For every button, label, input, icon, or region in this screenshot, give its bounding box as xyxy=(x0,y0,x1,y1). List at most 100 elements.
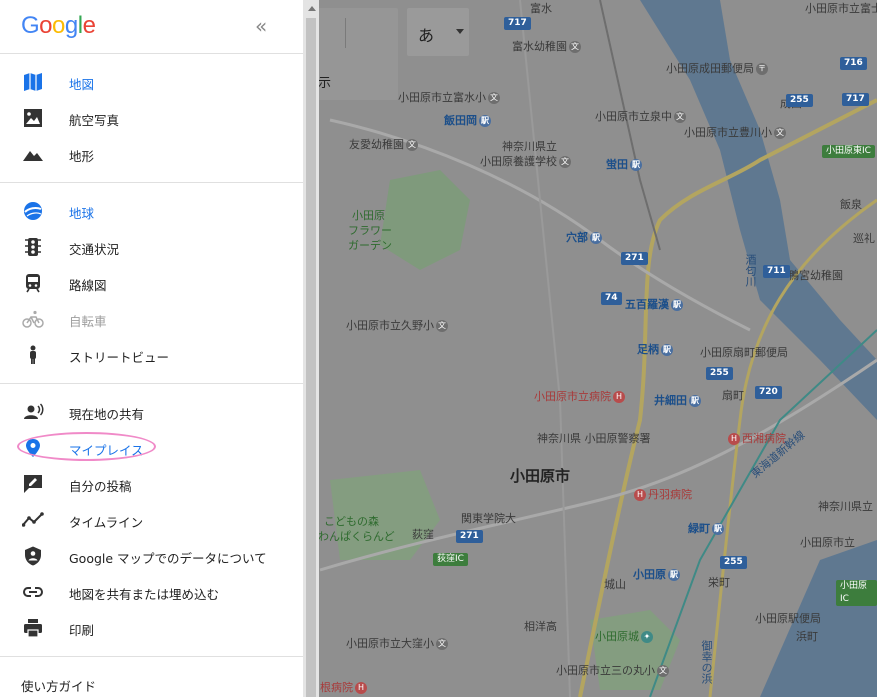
map-label: 蛍田駅 xyxy=(606,158,642,171)
menu-item-globe[interactable]: 地球 xyxy=(0,193,303,229)
route-shield: 271 xyxy=(621,252,648,265)
link-icon xyxy=(22,587,44,597)
map-label: 小田原市立富水小文 xyxy=(398,91,500,104)
route-shield: 716 xyxy=(840,57,867,70)
map-label: 小田原扇町郵便局 xyxy=(700,346,788,359)
map-label: 小田原成田郵便局〒 xyxy=(666,62,768,75)
menu-item-location-sharing[interactable]: 現在地の共有 xyxy=(0,394,303,430)
menu-item-label: タイムライン xyxy=(69,515,144,530)
map-label: 小田原市立久野小文 xyxy=(346,319,448,332)
route-shield: 717 xyxy=(842,93,869,106)
contributions-icon xyxy=(24,475,42,493)
map-label: 小田原市立 xyxy=(800,536,855,549)
menu-item-label: 自転車 xyxy=(69,314,107,329)
map-label: 小田原駅 xyxy=(633,568,680,581)
route-shield: 255 xyxy=(720,556,747,569)
menu-item-your-data[interactable]: Google マップでのデータについて xyxy=(0,538,303,574)
map-label: 五百羅漢駅 xyxy=(625,298,683,311)
menu-item-map[interactable]: 地図 xyxy=(0,64,303,100)
menu-item-label: マイプレイス xyxy=(69,443,144,458)
caret-down-icon xyxy=(456,29,464,34)
menu-item-traffic[interactable]: 交通状況 xyxy=(0,229,303,265)
route-shield: 717 xyxy=(504,17,531,30)
menu-divider xyxy=(0,383,303,384)
pegman-icon xyxy=(30,345,36,364)
map-label: 小田原駅便局 xyxy=(755,612,821,625)
map-label: 小田原市立豊川小文 xyxy=(684,126,786,139)
map-label: 飯泉 xyxy=(840,198,862,211)
menu-item-help-guide[interactable]: 使い方ガイド xyxy=(0,667,303,697)
timeline-icon xyxy=(22,512,44,527)
map-label: 小田原市立三の丸小文 xyxy=(556,664,669,677)
menu-item-street-view[interactable]: ストリートビュー xyxy=(0,337,303,373)
map-label: こどもの森 xyxy=(324,515,379,528)
print-icon xyxy=(24,619,42,638)
ic-label: 小田原IC xyxy=(836,580,877,606)
menu-item-timeline[interactable]: タイムライン xyxy=(0,502,303,538)
menu-item-label: 自分の投稿 xyxy=(69,479,132,494)
map-label: 友愛幼稚園文 xyxy=(349,138,418,151)
map-label: 飯田岡駅 xyxy=(444,114,491,127)
menu-item-label: 交通状況 xyxy=(69,242,120,257)
map-label: 井細田駅 xyxy=(654,394,701,407)
menu-item-print[interactable]: 印刷 xyxy=(0,610,303,646)
menu-divider xyxy=(0,53,303,54)
map-label: 荻窪 xyxy=(412,528,434,541)
menu-item-share-embed[interactable]: 地図を共有または埋め込む xyxy=(0,574,303,610)
map-label: 緑町駅 xyxy=(688,522,724,535)
menu-item-label: 地図 xyxy=(69,77,95,92)
map-label: 神奈川県 小田原警察署 xyxy=(537,432,651,445)
map-label: 栄町 xyxy=(708,576,730,589)
menu-item-transit[interactable]: 路線図 xyxy=(0,265,303,301)
map-label: 巡礼 xyxy=(853,232,875,245)
map-label: 扇町 xyxy=(722,389,744,402)
scrollbar-thumb[interactable] xyxy=(306,18,316,697)
map-label: 御幸の浜 xyxy=(700,640,713,684)
map-label: フラワー xyxy=(348,224,392,237)
route-shield: 255 xyxy=(786,94,813,107)
map-label: 富水幼稚園文 xyxy=(512,40,581,53)
map-label: 富水 xyxy=(530,2,552,15)
google-logo: Google xyxy=(21,12,96,39)
map-label: 酒匂川 xyxy=(744,254,757,287)
location-sharing-icon xyxy=(24,403,44,419)
menu-item-label: 地形 xyxy=(69,149,95,164)
scroll-up-arrow-icon[interactable] xyxy=(308,6,316,11)
route-shield: 711 xyxy=(763,265,790,278)
menu-item-bicycle[interactable]: 自転車 xyxy=(0,301,303,337)
search-box-divider xyxy=(345,18,346,48)
menu-item-satellite[interactable]: 航空写真 xyxy=(0,100,303,136)
menu-item-terrain[interactable]: 地形 xyxy=(0,136,303,172)
map-label: 小田原城 ✦ xyxy=(595,630,655,643)
map-label: 関東学院大 xyxy=(461,512,516,525)
transit-icon xyxy=(26,274,40,293)
map-icon xyxy=(24,73,42,91)
map-label: 城山 xyxy=(604,578,626,591)
map-label: 小田原市立病院 H xyxy=(534,390,627,403)
search-input-fragment[interactable]: 示 xyxy=(318,72,331,91)
ic-label: 荻窪IC xyxy=(433,553,468,566)
satellite-icon xyxy=(24,109,42,127)
route-shield: 271 xyxy=(456,530,483,543)
menu-divider xyxy=(0,182,303,183)
map-label: 小田原市立大窪小文 xyxy=(346,637,448,650)
side-menu-scrollbar[interactable] xyxy=(303,0,319,697)
globe-icon xyxy=(24,202,42,220)
map-label: 小田原市立富士 xyxy=(805,2,877,15)
menu-item-label: 路線図 xyxy=(69,278,107,293)
menu-item-label: 地図を共有または埋め込む xyxy=(69,587,220,602)
map-label: 浜町 xyxy=(796,630,818,643)
map-label: わんぱくらんど xyxy=(318,530,395,543)
map-label: 神奈川県立 xyxy=(818,500,873,513)
terrain-icon xyxy=(23,151,43,161)
menu-item-label: 印刷 xyxy=(69,623,95,638)
menu-item-label: 地球 xyxy=(69,206,95,221)
menu-item-contributions[interactable]: 自分の投稿 xyxy=(0,466,303,502)
route-shield: 255 xyxy=(706,367,733,380)
collapse-menu-button[interactable]: « xyxy=(255,14,267,38)
menu-item-my-places[interactable]: マイプレイス xyxy=(0,430,303,466)
map-label: 神奈川県立 xyxy=(502,140,557,153)
menu-item-label: Google マップでのデータについて xyxy=(69,551,267,566)
ic-label: 小田原東IC xyxy=(822,145,875,158)
map-label: 小田原 xyxy=(352,209,385,222)
